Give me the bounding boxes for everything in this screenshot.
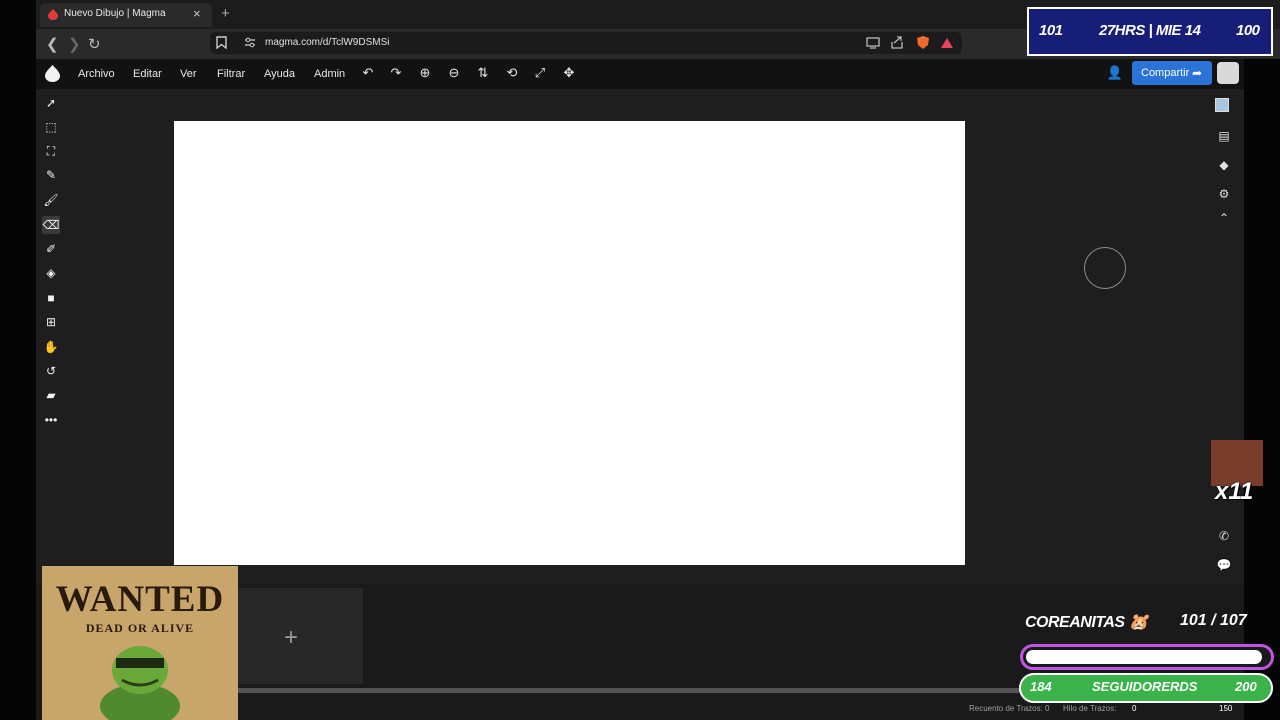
- left-edge-strip: [0, 0, 36, 720]
- goal-count: 101 / 107: [1180, 612, 1247, 629]
- transform-tool-icon[interactable]: ⛶: [42, 142, 60, 160]
- reset-view-icon[interactable]: ✥: [560, 64, 578, 82]
- share-page-icon[interactable]: [890, 36, 904, 49]
- menu-archivo[interactable]: Archivo: [78, 68, 115, 80]
- stream-time-date: 27HRS | MIE 14: [1099, 22, 1201, 39]
- undo-icon[interactable]: ↶: [359, 64, 377, 82]
- flip-icon[interactable]: ⇅: [474, 64, 492, 82]
- share-button-label: Compartir: [1141, 67, 1190, 79]
- stroke-thread-label: Hilo de Trazos:: [1063, 704, 1117, 713]
- zoom-out-icon[interactable]: ⊖: [445, 64, 463, 82]
- menu-editar[interactable]: Editar: [133, 68, 162, 80]
- forward-icon[interactable]: ❯: [68, 35, 81, 53]
- tab-title: Nuevo Dibujo | Magma: [64, 8, 166, 19]
- brave-shield-icon[interactable]: [916, 35, 930, 50]
- back-icon[interactable]: ❮: [46, 35, 59, 53]
- rotate-view-icon[interactable]: ⟲: [503, 64, 521, 82]
- right-edge-strip: [1244, 59, 1280, 720]
- cast-icon[interactable]: [866, 37, 880, 49]
- tab-close-icon[interactable]: ×: [193, 6, 201, 21]
- bookmark-icon[interactable]: [216, 36, 227, 49]
- pencil-tool-icon[interactable]: ✎: [42, 166, 60, 184]
- magma-favicon-icon: [48, 9, 58, 20]
- stroke-thread-value: 0: [1132, 704, 1137, 713]
- redo-icon[interactable]: ↷: [387, 64, 405, 82]
- reload-icon[interactable]: ↻: [88, 35, 101, 53]
- brave-rewards-icon[interactable]: [940, 37, 954, 49]
- share-arrow-icon: ➦: [1192, 66, 1203, 80]
- rotate-tool-icon[interactable]: ↺: [42, 362, 60, 380]
- goal-progress-fill: [1026, 650, 1262, 664]
- site-settings-icon[interactable]: [244, 37, 256, 48]
- move-tool-icon[interactable]: ➚: [42, 94, 60, 112]
- stream-left-value: 101: [1039, 22, 1063, 39]
- hand-tool-icon[interactable]: ✋: [42, 338, 60, 356]
- color-swatch[interactable]: [1215, 98, 1229, 112]
- fullscreen-icon[interactable]: ⤢: [531, 64, 549, 82]
- menu-ayuda[interactable]: Ayuda: [264, 68, 295, 80]
- zoom-in-icon[interactable]: ⊕: [416, 64, 434, 82]
- follower-label: SEGUIDORERDS: [1092, 679, 1198, 694]
- follower-current: 184: [1030, 679, 1052, 694]
- wanted-title: WANTED: [55, 579, 225, 620]
- share-button[interactable]: Compartir ➦: [1132, 61, 1212, 85]
- more-tools-icon[interactable]: •••: [42, 411, 60, 429]
- avatar[interactable]: [1217, 62, 1239, 84]
- url-text[interactable]: magma.com/d/TclW9DSMSi: [265, 37, 389, 48]
- eraser-tool-icon[interactable]: ⌫: [42, 216, 60, 234]
- smudge-tool-icon[interactable]: ✐: [42, 240, 60, 258]
- wanted-subtitle: DEAD OR ALIVE: [85, 621, 195, 635]
- stream-right-value: 100: [1236, 22, 1260, 39]
- menu-ver[interactable]: Ver: [180, 68, 197, 80]
- stroke-count: Recuento de Trazos: 0: [969, 704, 1050, 713]
- plus-icon: +: [284, 624, 299, 651]
- menu-admin[interactable]: Admin: [314, 68, 345, 80]
- shape-tool-icon[interactable]: ■: [42, 289, 60, 307]
- paint-bucket-icon[interactable]: ◈: [42, 264, 60, 282]
- settings-gear-icon[interactable]: ⚙: [1215, 185, 1233, 203]
- collapse-chevron-icon[interactable]: ⌃: [1215, 209, 1233, 227]
- brush-cursor: [1084, 247, 1126, 289]
- menu-filtrar[interactable]: Filtrar: [217, 68, 245, 80]
- magma-logo-icon[interactable]: [45, 65, 60, 82]
- add-user-icon[interactable]: 👤: [1106, 64, 1124, 82]
- brush-tool-icon[interactable]: 🖌: [42, 191, 60, 209]
- emote-count: x11: [1215, 478, 1254, 505]
- zoom-value: 150: [1219, 704, 1233, 713]
- follower-target: 200: [1235, 679, 1257, 694]
- tool-panel: [36, 89, 66, 584]
- layers-icon[interactable]: ◆: [1215, 156, 1233, 174]
- goal-label: COREANITAS 🐹: [1025, 614, 1148, 631]
- add-tool-icon[interactable]: ⊞: [42, 313, 60, 331]
- frog-character-icon: [100, 646, 180, 720]
- selection-tool-icon[interactable]: ⬚: [42, 118, 60, 136]
- drawing-canvas[interactable]: [174, 121, 965, 565]
- comment-tool-icon[interactable]: ▰: [42, 386, 60, 404]
- call-icon[interactable]: ✆: [1215, 527, 1233, 545]
- properties-icon[interactable]: ▤: [1215, 127, 1233, 145]
- chat-icon[interactable]: 💬: [1215, 556, 1233, 574]
- new-tab-icon[interactable]: +: [221, 5, 230, 22]
